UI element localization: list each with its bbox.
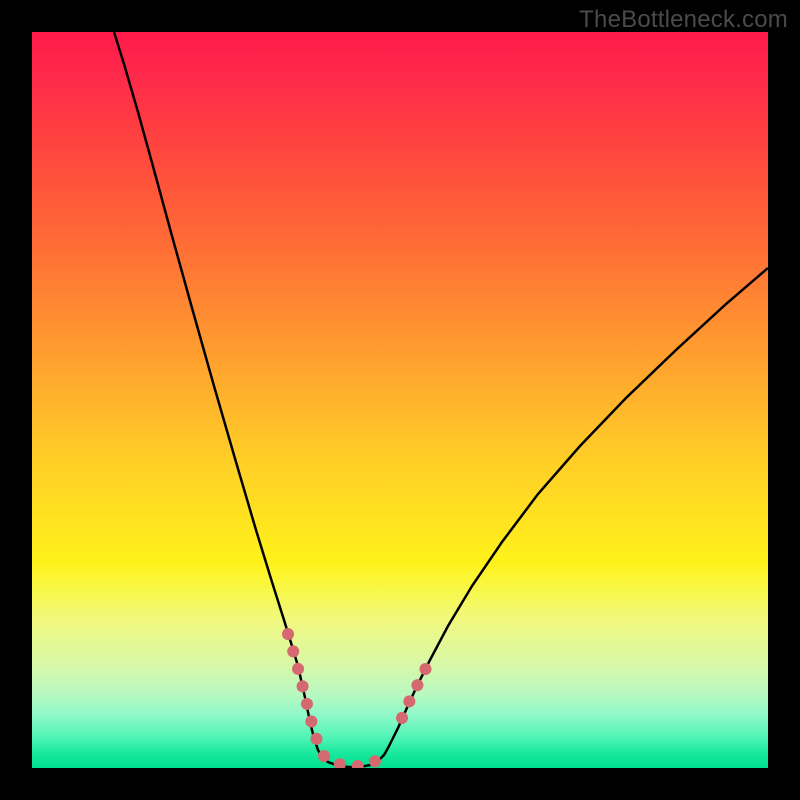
curve-left bbox=[114, 32, 388, 767]
valley-highlight-left bbox=[288, 634, 318, 744]
plot-area bbox=[32, 32, 768, 768]
chart-frame: TheBottleneck.com bbox=[0, 0, 800, 800]
curve-layer bbox=[32, 32, 768, 768]
watermark-text: TheBottleneck.com bbox=[579, 6, 788, 34]
curve-right bbox=[388, 268, 768, 748]
